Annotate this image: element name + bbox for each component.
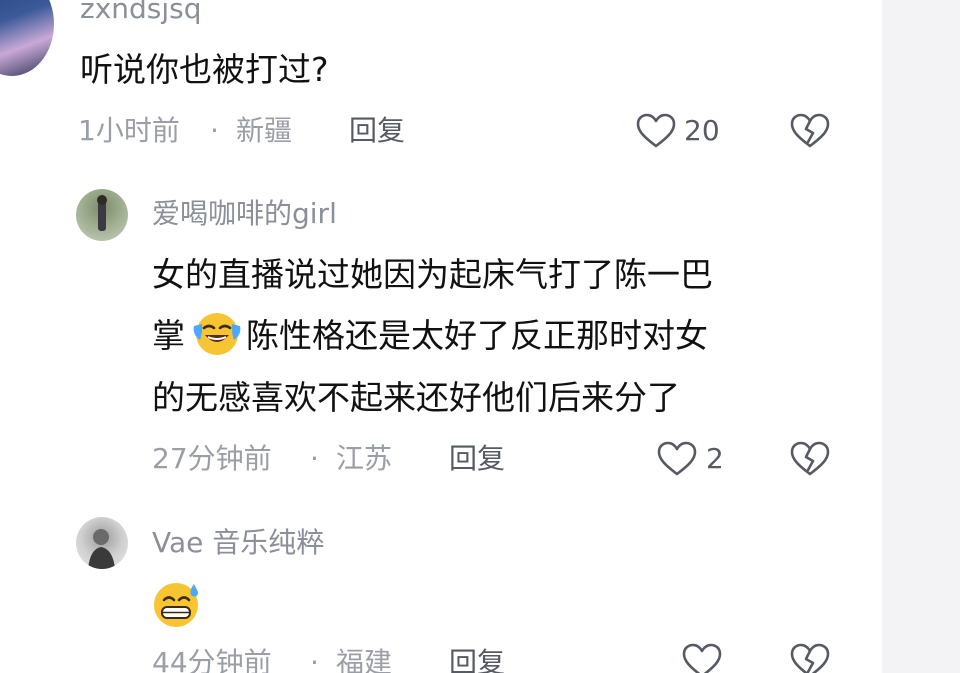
- broken-heart-icon[interactable]: [790, 441, 830, 477]
- avatar[interactable]: [76, 189, 128, 241]
- heart-outline-icon[interactable]: [682, 643, 722, 673]
- avatar[interactable]: [76, 517, 128, 569]
- timestamp: 27分钟前: [152, 442, 272, 475]
- location: 江苏: [336, 442, 393, 475]
- location: 新疆: [236, 114, 293, 147]
- like-count: 2: [706, 442, 724, 475]
- reply-button[interactable]: 回复: [449, 442, 505, 476]
- heart-outline-icon[interactable]: [636, 113, 676, 149]
- comment-thread: zxndsjsq 听说你也被打过? 1小时前 · 新疆 回复 20 爱喝咖啡的g…: [0, 0, 960, 673]
- reply-button[interactable]: 回复: [349, 114, 405, 148]
- avatar[interactable]: [0, 0, 54, 76]
- like-count: 20: [684, 114, 720, 147]
- username[interactable]: Vae 音乐纯粹: [152, 526, 324, 560]
- heart-outline-icon[interactable]: [657, 441, 697, 477]
- meta-separator: ·: [310, 646, 319, 673]
- username[interactable]: zxndsjsq: [80, 0, 202, 26]
- reply-button[interactable]: 回复: [449, 646, 505, 673]
- comment-text-line: 的无感喜欢不起来还好他们后来分了: [152, 378, 680, 417]
- timestamp: 1小时前: [78, 114, 180, 147]
- timestamp: 44分钟前: [152, 646, 272, 673]
- broken-heart-icon[interactable]: [790, 643, 830, 673]
- broken-heart-icon[interactable]: [790, 113, 830, 149]
- username[interactable]: 爱喝咖啡的girl: [152, 197, 337, 231]
- comment-text: 听说你也被打过?: [80, 50, 329, 89]
- meta-separator: ·: [210, 114, 219, 147]
- comment-text-line: 陈性格还是太好了反正那时对女: [246, 316, 708, 355]
- comment-text-line: 掌: [152, 316, 185, 355]
- grinning-sweat-emoji-icon: [150, 578, 202, 630]
- comment-text-line: 女的直播说过她因为起床气打了陈一巴: [152, 255, 713, 294]
- meta-separator: ·: [310, 442, 319, 475]
- side-strip: [882, 0, 960, 673]
- location: 福建: [336, 646, 393, 673]
- laughing-crying-emoji-icon: [191, 306, 243, 358]
